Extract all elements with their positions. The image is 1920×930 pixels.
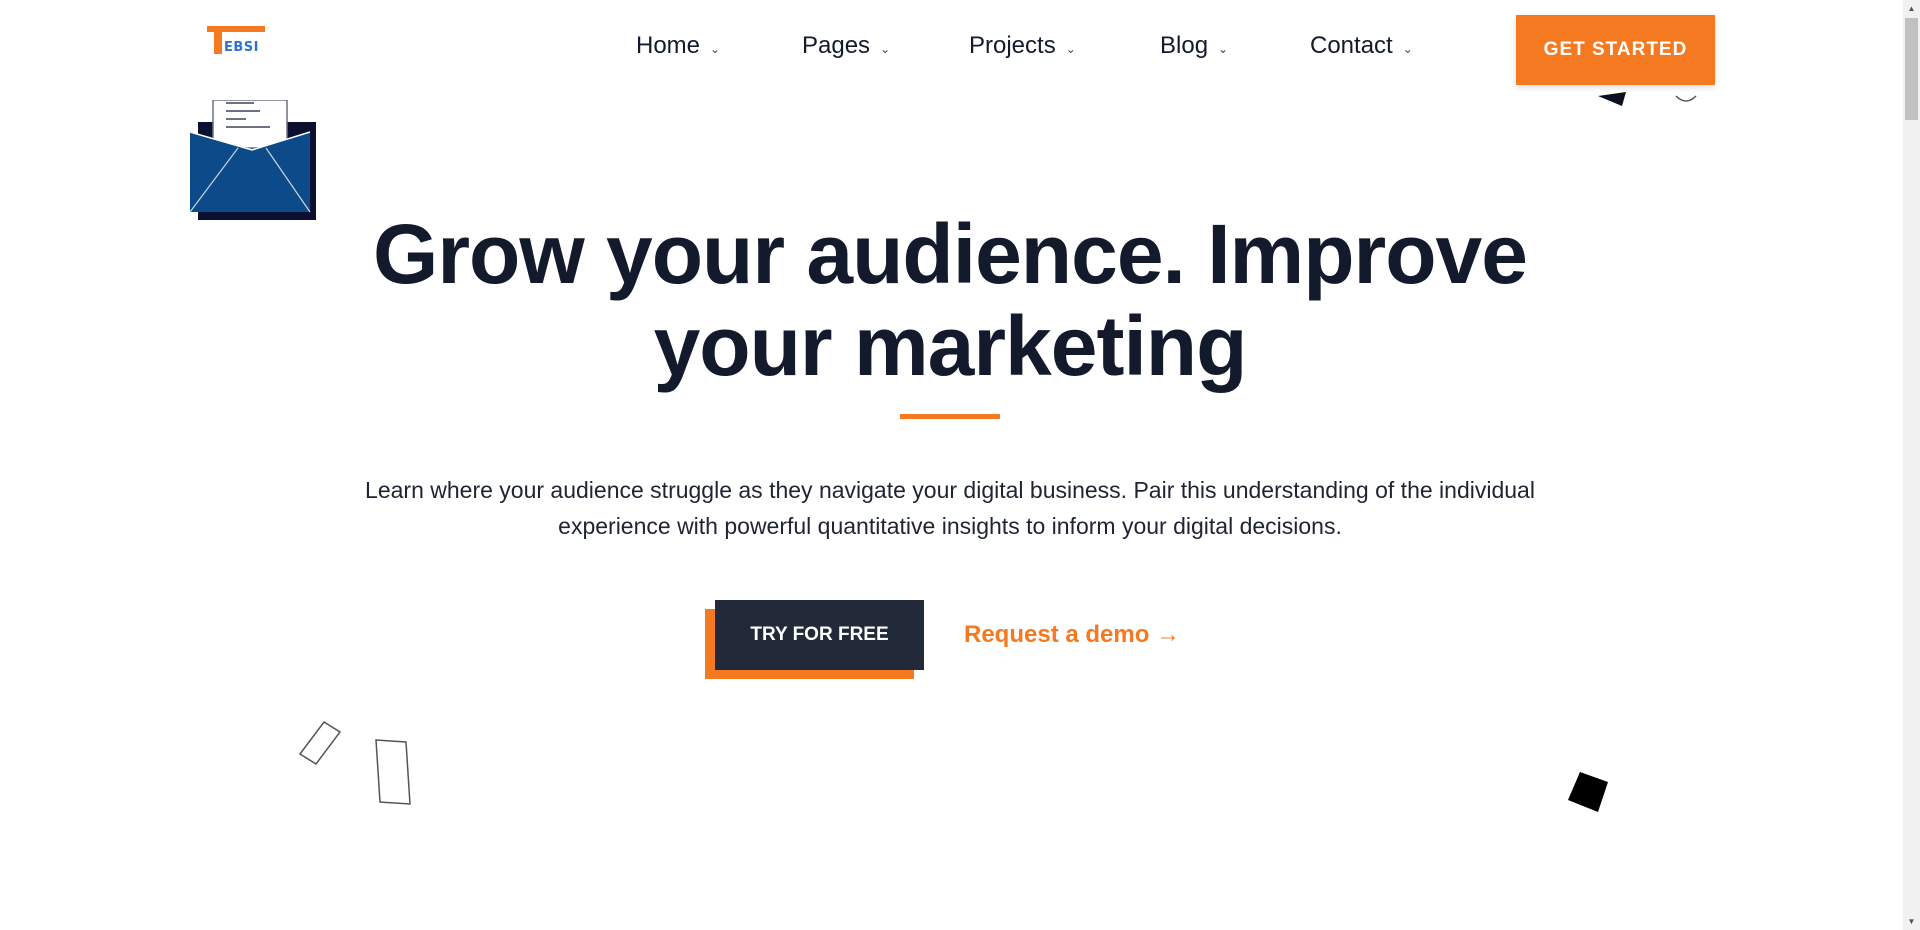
- subtext-line-2: experience with powerful quantitative in…: [558, 513, 1342, 539]
- nav-item-contact[interactable]: Contact ⌄: [1310, 32, 1413, 60]
- outline-rectangle-decoration: [375, 739, 411, 805]
- nav-item-label: Home: [636, 32, 701, 59]
- nav-item-label: Projects: [969, 32, 1056, 59]
- envelope-illustration: [189, 100, 316, 220]
- scrollbar-thumb[interactable]: [1905, 18, 1918, 120]
- chevron-down-icon: ⌄: [1402, 42, 1413, 56]
- arc-decoration: [1675, 95, 1697, 102]
- filled-square-decoration: [1568, 772, 1608, 812]
- scroll-down-arrow-icon[interactable]: ▼: [1903, 913, 1920, 930]
- nav-item-pages[interactable]: Pages ⌄: [802, 32, 890, 60]
- hero-subtext: Learn where your audience struggle as th…: [330, 472, 1570, 544]
- get-started-button[interactable]: GET STARTED: [1516, 15, 1715, 85]
- triangle-decoration: [1598, 92, 1626, 106]
- nav-item-label: Pages: [802, 32, 871, 59]
- nav-item-projects[interactable]: Projects ⌄: [969, 32, 1076, 60]
- chevron-down-icon: ⌄: [1065, 42, 1076, 56]
- try-for-free-button[interactable]: TRY FOR FREE: [715, 600, 924, 670]
- hero-headline: Grow your audience. Improve your marketi…: [260, 208, 1640, 392]
- scroll-up-arrow-icon[interactable]: ▲: [1903, 0, 1920, 17]
- vertical-scrollbar[interactable]: ▲ ▼: [1903, 0, 1920, 930]
- chevron-down-icon: ⌄: [710, 42, 721, 56]
- nav-item-label: Contact: [1310, 32, 1393, 59]
- outline-parallelogram-decoration: [298, 720, 342, 766]
- page: EBSI Home ⌄ Pages ⌄ Projects ⌄ Blog ⌄ Co…: [0, 0, 1920, 930]
- headline-line-2: your marketing: [653, 299, 1248, 393]
- subtext-line-1: Learn where your audience struggle as th…: [365, 477, 1535, 503]
- headline-line-1: Grow your audience. Improve: [373, 207, 1528, 301]
- nav-item-blog[interactable]: Blog ⌄: [1160, 32, 1228, 60]
- chevron-down-icon: ⌄: [880, 42, 891, 56]
- request-demo-link[interactable]: Request a demo →: [964, 621, 1180, 649]
- headline-accent-underline: [900, 414, 1000, 419]
- chevron-down-icon: ⌄: [1218, 42, 1229, 56]
- nav-item-home[interactable]: Home ⌄: [636, 32, 720, 60]
- nav-item-label: Blog: [1160, 32, 1209, 59]
